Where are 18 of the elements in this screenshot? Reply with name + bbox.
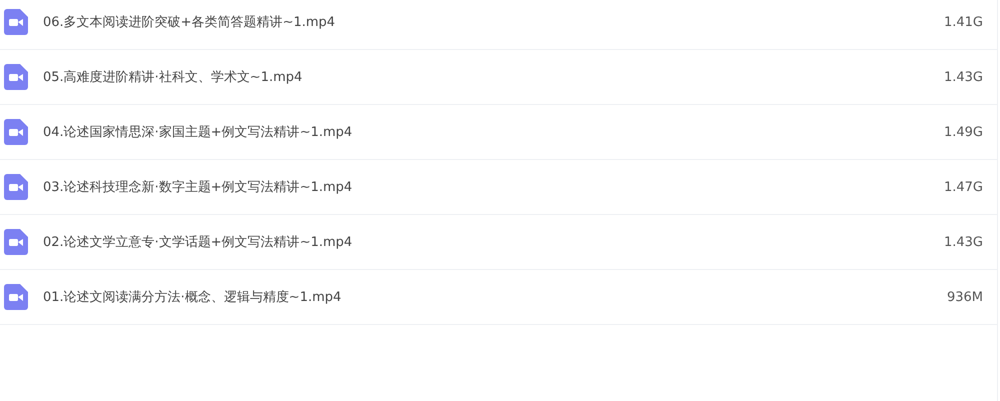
file-name[interactable]: 02.论述文学立意专·文学话题+例文写法精讲~1.mp4 (43, 233, 944, 251)
file-size: 1.43G (944, 234, 983, 250)
file-size: 1.43G (944, 70, 983, 84)
file-size: 1.47G (944, 180, 983, 194)
file-size: 1.41G (944, 14, 983, 30)
video-file-icon (4, 229, 28, 255)
video-file-icon (4, 64, 28, 90)
file-size: 1.49G (944, 124, 983, 140)
video-file-icon (4, 9, 28, 35)
video-file-icon (4, 119, 28, 145)
video-file-icon (4, 174, 28, 200)
file-name[interactable]: 01.论述文阅读满分方法·概念、逻辑与精度~1.mp4 (43, 288, 947, 306)
video-file-icon (4, 284, 28, 310)
file-name[interactable]: 05.高难度进阶精讲·社科文、学术文~1.mp4 (43, 68, 944, 86)
file-size: 936M (946, 290, 983, 304)
file-name[interactable]: 03.论述科技理念新·数字主题+例文写法精讲~1.mp4 (43, 178, 944, 196)
file-name[interactable]: 04.论述国家情思深·家国主题+例文写法精讲~1.mp4 (43, 123, 944, 141)
file-name[interactable]: 06.多文本阅读进阶突破+各类简答题精讲~1.mp4 (43, 13, 944, 31)
